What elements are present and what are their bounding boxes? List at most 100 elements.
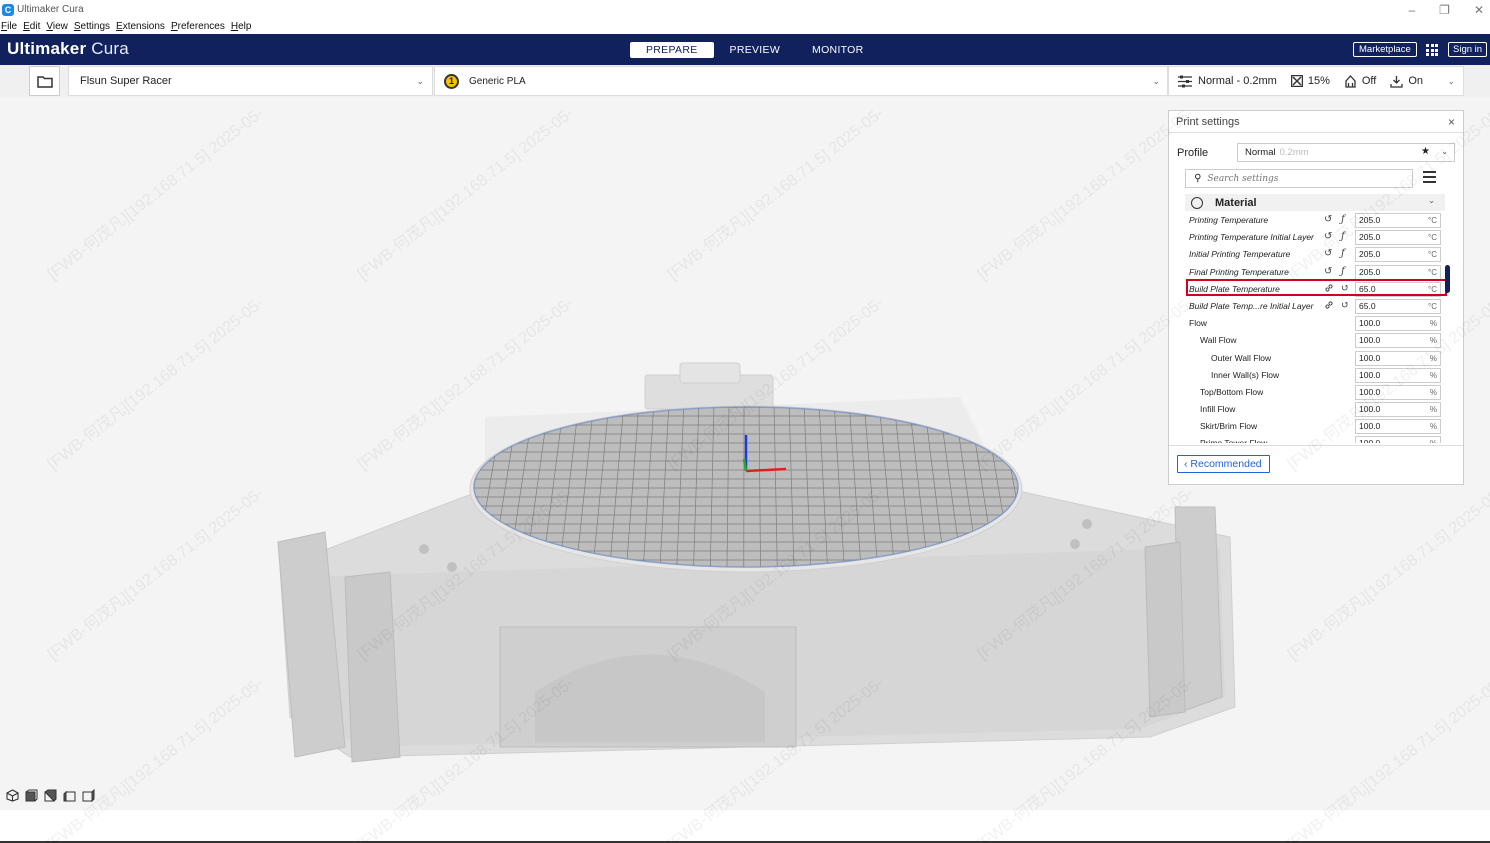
setting-value: 205.0 — [1359, 232, 1381, 243]
maximize-button[interactable]: ❐ — [1439, 3, 1450, 17]
profile-label: Profile — [1177, 147, 1209, 159]
left-view-icon[interactable] — [63, 789, 76, 802]
setting-value-field[interactable]: 100.0% — [1355, 350, 1441, 366]
setting-row[interactable]: Inner Wall(s) Flow 100.0% — [1185, 367, 1447, 384]
setting-value-field[interactable]: 100.0% — [1355, 367, 1441, 383]
star-icon[interactable]: ★ — [1421, 146, 1430, 157]
top-view-icon[interactable] — [44, 789, 57, 802]
setting-row[interactable]: Top/Bottom Flow 100.0% — [1185, 384, 1447, 401]
close-icon[interactable]: × — [1448, 115, 1455, 129]
reset-icon[interactable]: ↺ — [1324, 214, 1332, 225]
setting-value-field[interactable]: 205.0 °C — [1355, 247, 1441, 263]
window-controls: – ❐ ✕ — [1408, 0, 1484, 19]
reset-icon[interactable]: ↺ — [1324, 248, 1332, 259]
category-material[interactable]: Material ⌄ — [1185, 194, 1445, 211]
reset-icon[interactable]: ↺ — [1324, 231, 1332, 242]
menu-preferences[interactable]: Preferences — [170, 21, 225, 32]
menu-help[interactable]: Help — [230, 21, 252, 32]
search-input[interactable] — [1207, 173, 1398, 184]
hamburger-menu-icon[interactable] — [1423, 171, 1436, 183]
printer-selector[interactable]: Flsun Super Racer ⌄ — [68, 66, 433, 96]
setting-name: Prime Tower Flow — [1200, 438, 1267, 443]
minimize-button[interactable]: – — [1408, 3, 1415, 17]
recommended-button[interactable]: ‹ Recommended — [1177, 455, 1270, 473]
setting-value-field[interactable]: 205.0 °C — [1355, 213, 1441, 228]
setting-value-field[interactable]: 205.0 °C — [1355, 230, 1441, 246]
sliders-icon — [1178, 75, 1192, 87]
logo-product: Cura — [91, 39, 129, 58]
menu-settings[interactable]: Settings — [73, 21, 110, 32]
close-window-button[interactable]: ✕ — [1474, 3, 1484, 17]
tab-preview[interactable]: PREVIEW — [714, 42, 797, 58]
reset-icon[interactable]: ↺ — [1324, 266, 1332, 277]
setting-row[interactable]: Initial Printing Temperature ↺ ƒ 205.0 °C — [1185, 246, 1447, 263]
menu-bar: File Edit View Settings Extensions Prefe… — [0, 19, 1490, 34]
camera-view-buttons — [6, 789, 95, 802]
infill-summary: 15% — [1290, 75, 1330, 87]
setting-value: 205.0 — [1359, 215, 1381, 225]
menu-view[interactable]: View — [45, 21, 68, 32]
setting-row[interactable]: Build Plate Temp...re Initial Layer ↺ 65.0… — [1185, 298, 1447, 315]
marketplace-button[interactable]: Marketplace — [1353, 42, 1417, 57]
reset-icon[interactable]: ↺ — [1341, 300, 1349, 311]
setting-value-field[interactable]: 205.0 °C — [1355, 264, 1441, 280]
search-icon: ⚲ — [1194, 173, 1202, 184]
3d-view-icon[interactable] — [6, 789, 19, 802]
chevron-down-icon: ⌄ — [1428, 196, 1435, 205]
setting-row[interactable]: Skirt/Brim Flow 100.0% — [1185, 418, 1447, 435]
link-icon[interactable] — [1324, 300, 1334, 313]
tab-prepare[interactable]: PREPARE — [630, 42, 714, 58]
setting-row[interactable]: Prime Tower Flow 100.0% — [1185, 435, 1447, 443]
settings-scrollbar[interactable] — [1445, 265, 1450, 293]
setting-name: Build Plate Temp...re Initial Layer — [1189, 300, 1314, 311]
setting-row[interactable]: Outer Wall Flow 100.0% — [1185, 350, 1447, 367]
function-icon[interactable]: ƒ — [1341, 266, 1345, 277]
support-value: Off — [1361, 75, 1377, 87]
chevron-left-icon: ‹ — [1184, 458, 1188, 470]
setting-unit: % — [1429, 422, 1437, 432]
function-icon[interactable]: ƒ — [1341, 214, 1345, 225]
front-view-icon[interactable] — [25, 789, 38, 802]
right-view-icon[interactable] — [82, 789, 95, 802]
setting-name: Initial Printing Temperature — [1189, 249, 1291, 260]
apps-grid-icon[interactable] — [1426, 44, 1438, 56]
recommended-label: Recommended — [1190, 458, 1262, 470]
setting-value: 205.0 — [1359, 266, 1381, 277]
window-title: Ultimaker Cura — [17, 4, 84, 15]
setting-row[interactable]: Wall Flow 100.0% — [1185, 332, 1447, 349]
profile-row: Profile Normal 0.2mm ★ ⌄ — [1177, 143, 1457, 163]
menu-extensions[interactable]: Extensions — [115, 21, 165, 32]
profile-dropdown[interactable]: Normal 0.2mm ★ ⌄ — [1237, 143, 1455, 162]
setting-row[interactable]: Printing Temperature ↺ ƒ 205.0 °C — [1185, 212, 1447, 229]
setting-value-field[interactable]: 100.0% — [1355, 402, 1441, 418]
settings-list: Printing Temperature ↺ ƒ 205.0 °C Printing Te… — [1185, 212, 1447, 443]
setting-unit: % — [1429, 319, 1437, 329]
setting-value-field[interactable]: 65.0 °C — [1355, 298, 1441, 314]
search-settings-field[interactable]: ⚲ — [1185, 169, 1413, 188]
setting-name: Flow — [1189, 318, 1207, 329]
tab-monitor[interactable]: MONITOR — [796, 42, 880, 58]
setting-row[interactable]: Infill Flow 100.0% — [1185, 401, 1447, 418]
setting-row[interactable]: Printing Temperature Initial Layer ↺ ƒ 205.… — [1185, 229, 1447, 246]
support-summary: Off — [1344, 74, 1377, 88]
print-setup-selector[interactable]: Normal - 0.2mm 15% Off On ⌄ — [1168, 66, 1464, 96]
setting-value-field[interactable]: 100.0% — [1355, 384, 1441, 400]
setting-value-field[interactable]: 100.0% — [1355, 436, 1441, 443]
setting-value-field[interactable]: 100.0% — [1355, 316, 1441, 332]
infill-icon — [1290, 75, 1303, 87]
setting-row[interactable]: Flow 100.0% — [1185, 315, 1447, 332]
cura-app-icon: C — [2, 3, 14, 16]
setting-unit: °C — [1428, 267, 1437, 277]
menu-file[interactable]: File — [0, 21, 17, 32]
menu-edit[interactable]: Edit — [22, 21, 40, 32]
material-selector[interactable]: 1 Generic PLA ⌄ — [434, 66, 1168, 96]
function-icon[interactable]: ƒ — [1341, 248, 1345, 259]
open-file-button[interactable] — [29, 66, 60, 96]
setting-value-field[interactable]: 100.0% — [1355, 333, 1441, 349]
setting-value: 100.0 — [1359, 318, 1381, 329]
function-icon[interactable]: ƒ — [1341, 231, 1345, 242]
setting-name: Wall Flow — [1200, 335, 1237, 346]
sign-in-button[interactable]: Sign in — [1448, 42, 1488, 57]
extruder-badge: 1 — [444, 73, 459, 89]
setting-value-field[interactable]: 100.0% — [1355, 419, 1441, 435]
